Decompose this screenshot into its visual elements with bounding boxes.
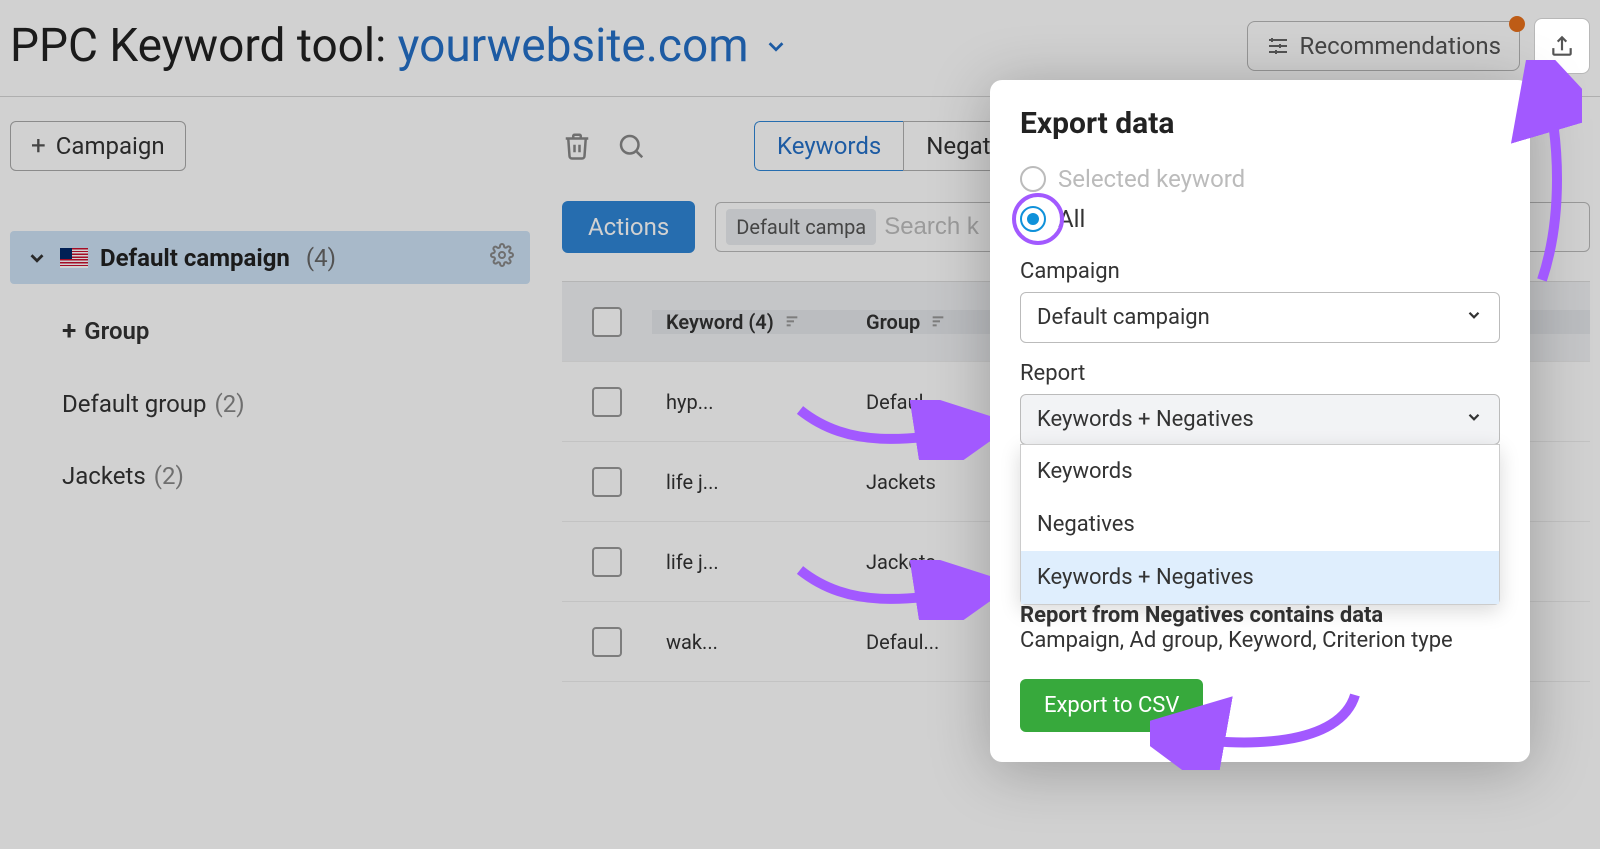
- report-note-heading: Report from Negatives contains data: [1020, 603, 1383, 628]
- col-keyword-label: Keyword (4): [666, 310, 774, 334]
- campaign-select-label: Campaign: [1020, 259, 1500, 284]
- chevron-down-icon: [1465, 305, 1483, 330]
- sort-icon: [784, 310, 800, 334]
- campaign-row[interactable]: Default campaign (4): [10, 231, 530, 284]
- export-csv-button[interactable]: Export to CSV: [1020, 679, 1203, 732]
- campaign-count: (4): [306, 244, 336, 272]
- add-campaign-button[interactable]: + Campaign: [10, 121, 186, 171]
- row-checkbox[interactable]: [592, 467, 622, 497]
- report-select-value: Keywords + Negatives: [1037, 407, 1254, 432]
- group-count: (2): [215, 390, 245, 418]
- report-select-label: Report: [1020, 361, 1500, 386]
- group-name: Default group: [62, 390, 207, 418]
- group-name: Jackets: [62, 462, 146, 490]
- gear-icon[interactable]: [490, 243, 514, 272]
- sidebar-group-item[interactable]: Jackets (2): [62, 440, 530, 512]
- select-all-checkbox[interactable]: [592, 307, 622, 337]
- title-prefix: PPC Keyword tool:: [10, 19, 398, 73]
- report-option-keywords[interactable]: Keywords: [1021, 445, 1499, 498]
- domain-chevron-icon[interactable]: [761, 31, 791, 61]
- row-checkbox[interactable]: [592, 387, 622, 417]
- report-options: Keywords Negatives Keywords + Negatives: [1020, 444, 1500, 605]
- add-group-label: Group: [84, 317, 149, 345]
- campaign-select-value: Default campaign: [1037, 305, 1210, 330]
- report-note-body: Campaign, Ad group, Keyword, Criterion t…: [1020, 628, 1453, 653]
- row-checkbox[interactable]: [592, 547, 622, 577]
- trash-icon[interactable]: [562, 131, 592, 161]
- cell-keyword: wak...: [666, 630, 718, 654]
- recommendations-button[interactable]: Recommendations: [1247, 21, 1520, 71]
- actions-button[interactable]: Actions: [562, 201, 695, 253]
- title-domain[interactable]: yourwebsite.com: [398, 19, 749, 73]
- us-flag-icon: [60, 248, 88, 268]
- group-count: (2): [154, 462, 184, 490]
- popover-title: Export data: [1020, 106, 1500, 141]
- add-campaign-label: Campaign: [56, 132, 165, 160]
- report-option-negatives[interactable]: Negatives: [1021, 498, 1499, 551]
- export-button[interactable]: [1534, 18, 1590, 74]
- export-icon: [1549, 33, 1575, 59]
- radio-label: Selected keyword: [1058, 165, 1245, 193]
- cell-group: Defaul...: [866, 390, 939, 414]
- col-group-label: Group: [866, 310, 920, 334]
- search-chip[interactable]: Default campa: [726, 209, 876, 245]
- report-select[interactable]: Keywords + Negatives: [1020, 394, 1500, 445]
- radio-icon: [1020, 166, 1046, 192]
- add-group-button[interactable]: + Group: [62, 294, 530, 368]
- radio-all[interactable]: All: [1020, 199, 1500, 239]
- recommendations-label: Recommendations: [1300, 32, 1501, 60]
- campaign-select[interactable]: Default campaign: [1020, 292, 1500, 343]
- sliders-icon: [1266, 34, 1290, 58]
- report-note: Report from Negatives contains data Camp…: [1020, 603, 1500, 653]
- cell-group: Jackets: [866, 470, 936, 494]
- row-checkbox[interactable]: [592, 627, 622, 657]
- radio-label: All: [1058, 205, 1085, 233]
- cell-keyword: life j...: [666, 470, 719, 494]
- radio-selected-keyword: Selected keyword: [1020, 159, 1500, 199]
- export-popover: Export data Selected keyword All Campaig…: [990, 80, 1530, 762]
- plus-icon: +: [62, 316, 76, 346]
- page-title: PPC Keyword tool: yourwebsite.com: [10, 19, 749, 73]
- cell-keyword: life j...: [666, 550, 719, 574]
- search-icon[interactable]: [616, 131, 646, 161]
- notification-dot-icon: [1509, 16, 1525, 32]
- cell-group: Jackets: [866, 550, 936, 574]
- sidebar-group-item[interactable]: Default group (2): [62, 368, 530, 440]
- chevron-down-icon: [26, 247, 48, 269]
- cell-group: Defaul...: [866, 630, 939, 654]
- chevron-down-icon: [1465, 407, 1483, 432]
- tab-keywords[interactable]: Keywords: [754, 121, 903, 171]
- plus-icon: +: [31, 133, 46, 159]
- sort-icon: [930, 310, 946, 334]
- col-keyword[interactable]: Keyword (4): [652, 310, 852, 334]
- radio-icon: [1020, 206, 1046, 232]
- sidebar: + Campaign Default campaign (4) + Group …: [10, 121, 530, 512]
- campaign-name: Default campaign: [100, 244, 290, 272]
- cell-keyword: hyp...: [666, 390, 714, 414]
- report-option-keywords-negatives[interactable]: Keywords + Negatives: [1021, 551, 1499, 604]
